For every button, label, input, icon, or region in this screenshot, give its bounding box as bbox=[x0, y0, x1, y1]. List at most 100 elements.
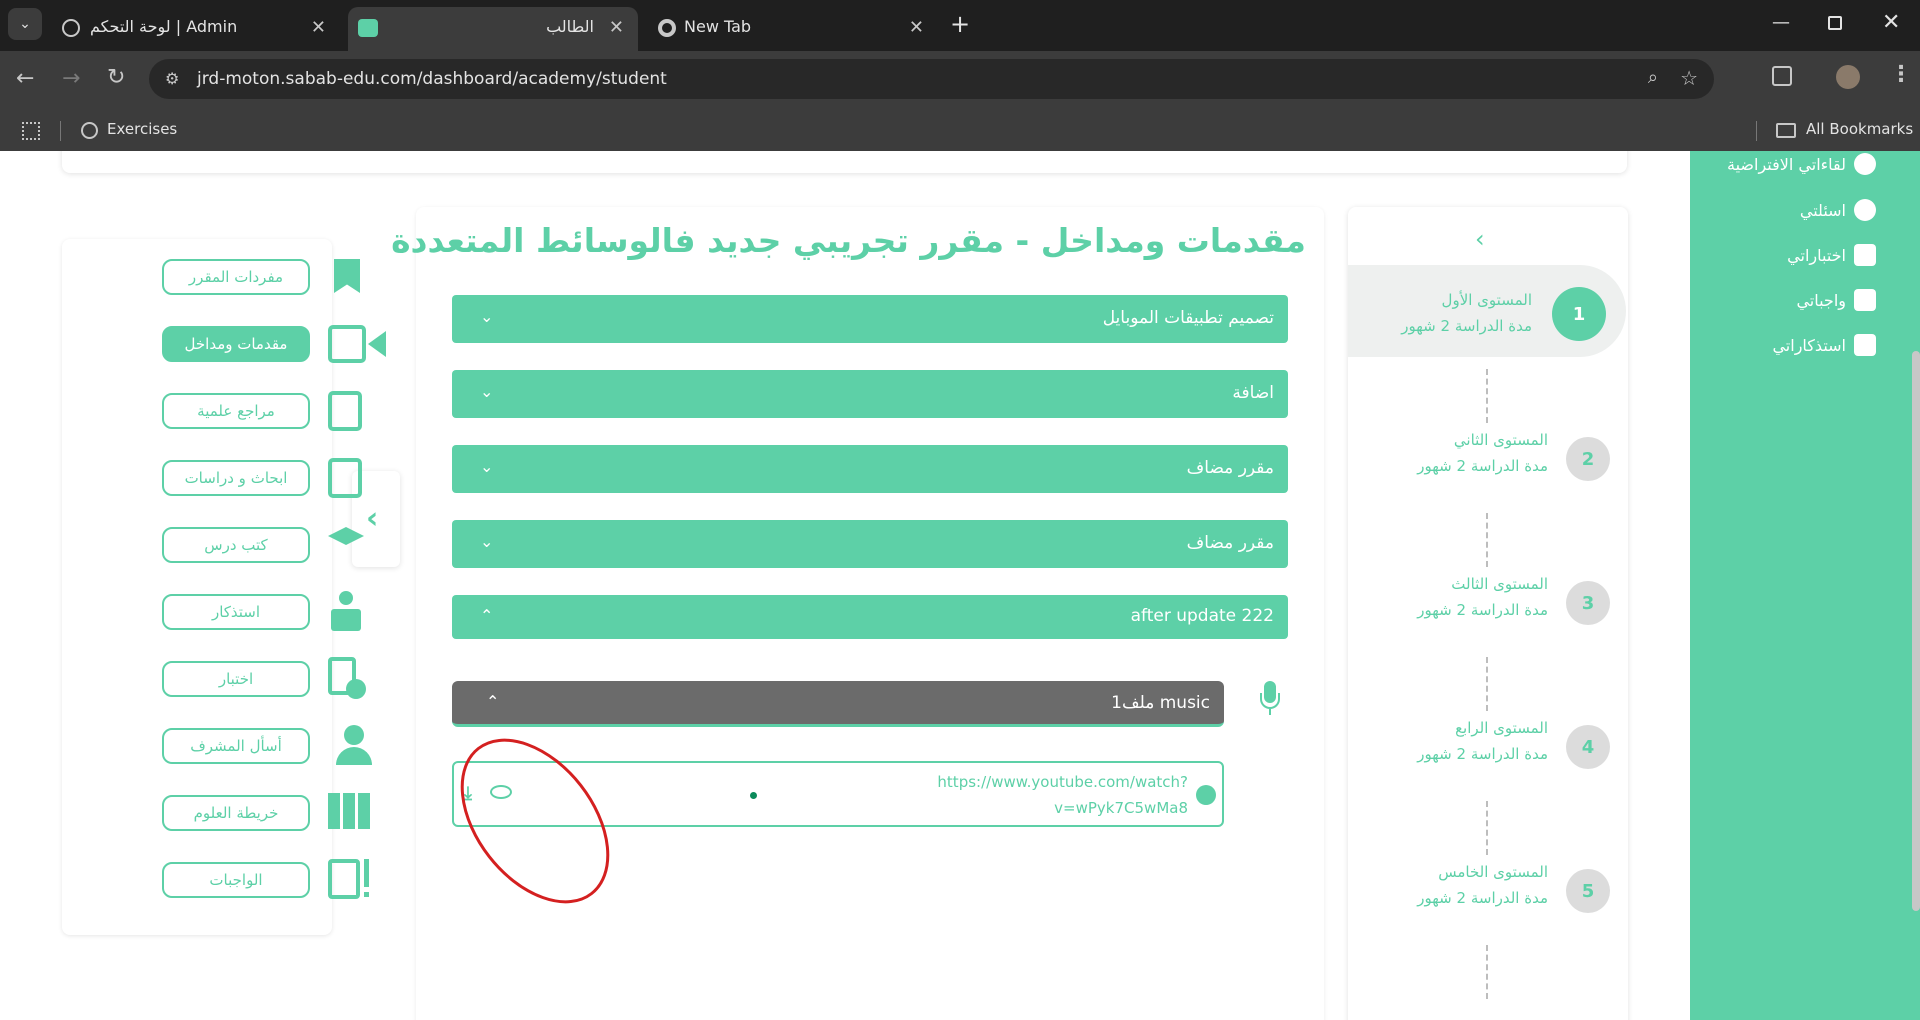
level-duration: مدة الدراسة 2 شهور bbox=[1417, 889, 1548, 907]
minimize-button[interactable]: — bbox=[1772, 12, 1790, 33]
timeline-connector bbox=[1486, 513, 1488, 567]
menu-homework[interactable]: الواجبات bbox=[162, 862, 310, 898]
accordion-label: اضافة bbox=[1232, 383, 1274, 403]
site-favicon-icon bbox=[358, 19, 378, 37]
timeline-connector bbox=[1486, 945, 1488, 999]
level-duration: مدة الدراسة 2 شهور bbox=[1417, 601, 1548, 619]
zoom-icon[interactable]: ⌕ bbox=[1648, 67, 1658, 88]
timeline-connector bbox=[1486, 369, 1488, 423]
tab-new-tab[interactable]: New Tab ✕ bbox=[648, 7, 938, 51]
extensions-icon[interactable] bbox=[1772, 66, 1792, 86]
homework-icon bbox=[328, 859, 372, 899]
level-title: المستوى الرابع bbox=[1455, 719, 1548, 737]
nav-my-exams[interactable]: اختباراتي bbox=[1787, 244, 1876, 266]
collapse-chevron-icon[interactable]: ‹ bbox=[1475, 225, 1485, 253]
close-icon[interactable]: ✕ bbox=[311, 17, 326, 38]
divider bbox=[60, 121, 61, 141]
audio-wave-icon bbox=[1196, 785, 1216, 805]
restore-button[interactable] bbox=[1828, 16, 1842, 30]
level-duration: مدة الدراسة 2 شهور bbox=[1417, 745, 1548, 763]
tab-student[interactable]: الطالب ✕ bbox=[348, 7, 638, 51]
menu-ask-supervisor[interactable]: أسأل المشرف bbox=[162, 728, 310, 764]
level-3[interactable]: 3 المستوى الثالث مدة الدراسة 2 شهور bbox=[1348, 575, 1628, 651]
chevron-left-icon: ‹ bbox=[366, 501, 379, 536]
top-header-card bbox=[62, 151, 1627, 173]
level-5[interactable]: 5 المستوى الخامس مدة الدراسة 2 شهور bbox=[1348, 863, 1628, 939]
chevron-down-icon: ⌄ bbox=[480, 307, 494, 326]
microphone-icon bbox=[1260, 681, 1280, 717]
close-icon[interactable]: ✕ bbox=[909, 17, 924, 38]
nav-my-study[interactable]: استذكاراتي bbox=[1772, 334, 1876, 356]
forward-button[interactable]: → bbox=[62, 66, 80, 91]
nav-virtual-meetings[interactable]: لقاءاتي الافتراضية bbox=[1727, 153, 1876, 175]
chrome-icon bbox=[658, 19, 676, 37]
scrollbar[interactable] bbox=[1912, 351, 1920, 911]
map-icon bbox=[328, 793, 372, 831]
study-icon bbox=[1854, 334, 1876, 356]
accordion-label: after update 222 bbox=[1130, 606, 1274, 626]
menu-intros[interactable]: مقدمات ومداخل bbox=[162, 326, 310, 362]
file-label: 1ملف music bbox=[1111, 693, 1210, 713]
level-2[interactable]: 2 المستوى الثاني مدة الدراسة 2 شهور bbox=[1348, 431, 1628, 507]
chevron-down-icon: ⌄ bbox=[480, 382, 494, 401]
new-tab-button[interactable]: + bbox=[950, 10, 970, 38]
menu-exam[interactable]: اختبار bbox=[162, 661, 310, 697]
nav-label: استذكاراتي bbox=[1772, 335, 1846, 355]
back-button[interactable]: ← bbox=[16, 66, 34, 91]
accordion-item[interactable]: مقرر مضاف ⌄ bbox=[452, 445, 1288, 493]
menu-textbooks[interactable]: كتب درس bbox=[162, 527, 310, 563]
reload-button[interactable]: ↻ bbox=[107, 65, 125, 90]
bookmark-exercises[interactable]: Exercises bbox=[107, 120, 177, 138]
apps-grid-icon[interactable] bbox=[22, 122, 40, 140]
tab-admin[interactable]: لوحة التحكم | Admin ✕ bbox=[48, 7, 340, 51]
right-sidebar: لقاءاتي الافتراضية اسئلتي اختباراتي واجب… bbox=[1690, 151, 1920, 1020]
nav-label: لقاءاتي الافتراضية bbox=[1727, 154, 1846, 174]
address-bar[interactable]: ⚙ jrd-moton.sabab-edu.com/dashboard/acad… bbox=[149, 59, 1714, 99]
menu-course-vocab[interactable]: مفردات المقرر bbox=[162, 259, 310, 295]
accordion-item-open[interactable]: after update 222 ⌃ bbox=[452, 595, 1288, 639]
level-title: المستوى الأول bbox=[1441, 291, 1532, 309]
nav-my-homework[interactable]: واجباتي bbox=[1796, 289, 1876, 311]
bookmark-icon bbox=[328, 259, 366, 297]
menu-science-map[interactable]: خريطة العلوم bbox=[162, 795, 310, 831]
level-title: المستوى الثاني bbox=[1453, 431, 1548, 449]
url-text[interactable]: jrd-moton.sabab-edu.com/dashboard/academ… bbox=[197, 69, 667, 89]
page-content: لقاءاتي الافتراضية اسئلتي اختباراتي واجب… bbox=[0, 151, 1920, 1020]
accordion-item[interactable]: مقرر مضاف ⌄ bbox=[452, 520, 1288, 568]
nav-label: اسئلتي bbox=[1799, 200, 1846, 220]
question-icon bbox=[1854, 199, 1876, 221]
nav-my-questions[interactable]: اسئلتي bbox=[1800, 199, 1876, 221]
file-link-line2[interactable]: v=wPyk7C5wMa8 bbox=[1054, 799, 1188, 817]
chevron-up-icon: ⌃ bbox=[486, 692, 500, 711]
homework-icon bbox=[1854, 289, 1876, 311]
level-number: 2 bbox=[1566, 437, 1610, 481]
close-icon[interactable]: ✕ bbox=[609, 17, 624, 38]
accordion-item[interactable]: اضافة ⌄ bbox=[452, 370, 1288, 418]
accordion-item[interactable]: تصميم تطبيقات الموبايل ⌄ bbox=[452, 295, 1288, 343]
status-dot bbox=[750, 792, 757, 799]
video-lesson-icon bbox=[328, 323, 388, 363]
menu-research[interactable]: ابحاث و دراسات bbox=[162, 460, 310, 496]
menu-kebab-icon[interactable]: ⋮ bbox=[1890, 62, 1912, 87]
profile-avatar[interactable] bbox=[1836, 65, 1860, 89]
folder-icon bbox=[1776, 123, 1796, 138]
tab-search-button[interactable]: ⌄ bbox=[8, 8, 42, 40]
level-4[interactable]: 4 المستوى الرابع مدة الدراسة 2 شهور bbox=[1348, 719, 1628, 795]
level-number: 4 bbox=[1566, 725, 1610, 769]
globe-icon bbox=[62, 19, 80, 37]
menu-revision[interactable]: استذكار bbox=[162, 594, 310, 630]
chat-icon bbox=[1854, 153, 1876, 175]
tab-title: لوحة التحكم | Admin bbox=[90, 17, 238, 36]
bookmarks-bar: Exercises All Bookmarks bbox=[0, 109, 1920, 151]
menu-references[interactable]: مراجع علمية bbox=[162, 393, 310, 429]
timeline-connector bbox=[1486, 657, 1488, 711]
level-1[interactable]: 1 المستوى الأول مدة الدراسة 2 شهور bbox=[1348, 265, 1628, 357]
file-link-line1[interactable]: https://www.youtube.com/watch? bbox=[937, 773, 1188, 791]
bookmark-star-icon[interactable]: ☆ bbox=[1680, 66, 1698, 90]
site-settings-icon[interactable]: ⚙ bbox=[165, 69, 185, 89]
all-bookmarks[interactable]: All Bookmarks bbox=[1806, 120, 1913, 138]
level-number: 3 bbox=[1566, 581, 1610, 625]
page-title: مقدمات ومداخل - مقرر تجريبي جديد فالوسائ… bbox=[391, 221, 1306, 260]
close-window-button[interactable]: ✕ bbox=[1882, 10, 1900, 35]
level-duration: مدة الدراسة 2 شهور bbox=[1401, 317, 1532, 335]
